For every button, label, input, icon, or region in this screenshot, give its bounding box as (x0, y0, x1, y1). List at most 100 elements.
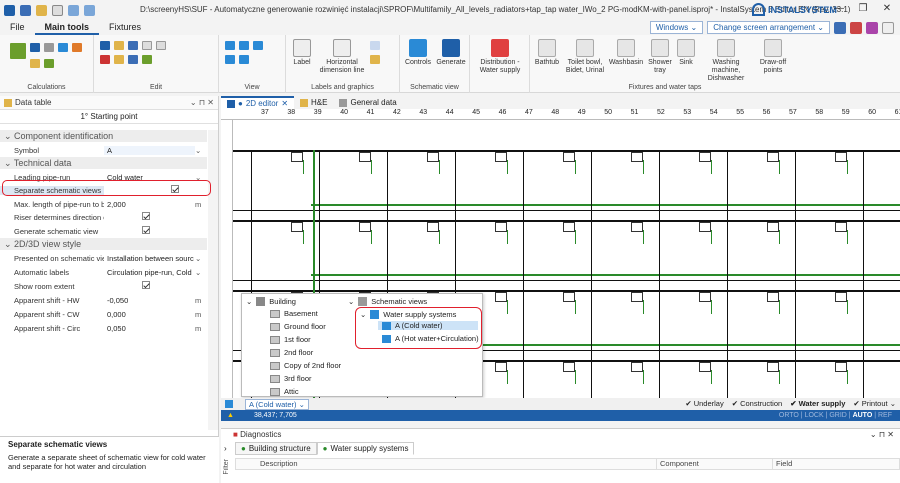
pan-icon[interactable] (239, 55, 249, 64)
panel-menu-icon[interactable]: ⌄ ⊓ ✕ (870, 429, 894, 441)
change-layout-dropdown[interactable]: Change screen arrangement ⌄ (707, 21, 830, 34)
construction-toggle[interactable]: ✔ Construction (732, 398, 782, 410)
section-technical[interactable]: ⌄ Technical data (0, 157, 207, 169)
underlay-toggle[interactable]: ✔ Underlay (685, 398, 723, 410)
table-icon[interactable] (44, 43, 54, 52)
windows-dropdown[interactable]: Windows ⌄ (649, 21, 704, 34)
layout-icon[interactable] (834, 21, 846, 34)
dropdown-icon[interactable]: ⌄ (195, 268, 207, 277)
tab-building-structure[interactable]: ● Building structure (235, 442, 317, 455)
fire-icon[interactable] (72, 43, 82, 52)
zoom-window-icon[interactable] (225, 55, 235, 64)
delete-icon[interactable] (100, 55, 110, 64)
bathtub-button[interactable]: Bathtub (532, 39, 562, 67)
circ-value[interactable]: 0,050 (104, 324, 195, 333)
presented-value[interactable]: Installation between sourc (104, 254, 195, 263)
check-icon[interactable] (44, 59, 54, 68)
roomext-checkbox-cell[interactable] (104, 281, 207, 291)
washbasin-button[interactable]: Washbasin (608, 39, 644, 67)
zoom-in-icon[interactable] (225, 41, 235, 50)
cw-value[interactable]: 0,000 (104, 310, 195, 319)
rotate-icon[interactable] (156, 41, 166, 50)
expand-icon[interactable]: › (224, 444, 227, 453)
copy-icon[interactable] (114, 41, 124, 50)
text-icon[interactable] (370, 41, 380, 50)
catalog-icon[interactable] (30, 59, 40, 68)
restore-icon[interactable]: ❐ (856, 3, 870, 14)
sink-button[interactable]: Sink (676, 39, 696, 67)
select-icon[interactable] (142, 41, 152, 50)
view-selector[interactable]: A (Cold water) ⌄ (245, 398, 309, 410)
riser-checkbox[interactable] (142, 212, 150, 220)
drawoff-button[interactable]: Draw-off points (756, 39, 790, 75)
open-icon[interactable] (36, 4, 47, 16)
washing-button[interactable]: Washing machine, Dishwasher (698, 39, 754, 83)
tree-floor-copy2nd[interactable]: Copy of 2nd floor (270, 361, 341, 370)
tree-floor-3rd[interactable]: 3rd floor (270, 374, 312, 383)
align-icon[interactable] (142, 55, 152, 64)
zoom-out-icon[interactable] (239, 41, 249, 50)
zoom-fit-icon[interactable] (253, 41, 263, 50)
dropdown-icon[interactable]: ⌄ (195, 254, 207, 263)
mode-ref[interactable]: REF (878, 412, 892, 419)
save-icon[interactable] (20, 4, 31, 16)
undo-icon[interactable] (68, 4, 79, 16)
tree-floor-attic[interactable]: Attic (270, 387, 299, 396)
new-icon[interactable] (52, 4, 63, 16)
drop-icon[interactable] (58, 43, 68, 52)
move-icon[interactable] (128, 41, 138, 50)
tree-floor-1st[interactable]: 1st floor (270, 335, 311, 344)
horizontal-dim-button[interactable]: Horizontal dimension line (318, 39, 366, 75)
mode-grid[interactable]: GRID (829, 412, 847, 419)
tab-he[interactable]: H&E (294, 96, 333, 109)
generate-button[interactable]: Generate (436, 39, 466, 67)
tab-2d-editor[interactable]: ● 2D editor ✕ (221, 96, 295, 109)
settings-icon[interactable] (866, 21, 878, 34)
menu-main-tools[interactable]: Main tools (34, 20, 100, 35)
image-icon[interactable] (370, 55, 380, 64)
water-supply-toggle[interactable]: ✔ Water supply (790, 398, 845, 410)
shower-button[interactable]: Shower tray (646, 39, 674, 75)
minimize-icon[interactable]: — (832, 3, 846, 14)
tree-floor-2nd[interactable]: 2nd floor (270, 348, 313, 357)
mode-lock[interactable]: LOCK (805, 412, 824, 419)
tree-floor-ground[interactable]: Ground floor (270, 322, 326, 331)
section-component-id[interactable]: ⌄ Component identification (0, 130, 207, 142)
symbol-value[interactable]: A (104, 145, 195, 155)
tree-schematic-views[interactable]: ⌄ Schematic views (348, 297, 427, 306)
close-icon[interactable]: ✕ (880, 3, 894, 14)
paste-icon[interactable] (100, 41, 110, 50)
scrollbar[interactable] (208, 130, 218, 430)
report-icon[interactable] (30, 43, 40, 52)
dropdown-icon[interactable]: ⌄ (195, 146, 207, 155)
autolabels-value[interactable]: Circulation pipe-run, Cold (104, 268, 195, 277)
mode-auto[interactable]: AUTO (853, 412, 873, 419)
roomext-checkbox[interactable] (142, 281, 150, 289)
cut-icon[interactable] (114, 55, 124, 64)
database-icon[interactable] (850, 21, 862, 34)
controls-button[interactable]: Controls (404, 39, 432, 67)
riser-checkbox-cell[interactable] (104, 212, 207, 222)
label-button[interactable]: Label (292, 39, 312, 67)
menu-fixtures[interactable]: Fixtures (99, 20, 151, 35)
filter-label[interactable]: Filter (223, 459, 230, 475)
warning-icon[interactable]: ▲ (227, 412, 234, 419)
tab-general-data[interactable]: General data (333, 96, 402, 109)
distribution-button[interactable]: Distribution - Water supply (474, 39, 526, 75)
printout-toggle[interactable]: ✔ Printout ⌄ (853, 398, 896, 410)
hw-value[interactable]: -0,050 (104, 296, 195, 305)
toilet-button[interactable]: Toilet bowl, Bidet, Urinal (564, 39, 606, 75)
tab-water-supply-systems[interactable]: ● Water supply systems (316, 442, 415, 455)
redo-icon[interactable] (84, 4, 95, 16)
section-style[interactable]: ⌄ 2D/3D view style (0, 238, 207, 250)
tree-floor-basement[interactable]: Basement (270, 309, 318, 318)
tree-building[interactable]: ⌄ Building (246, 297, 296, 306)
collapse-ribbon-icon[interactable] (882, 21, 894, 34)
starting-point-selector[interactable]: 1° Starting point (0, 110, 218, 124)
panel-menu-icon[interactable]: ⌄ ⊓ ✕ (190, 98, 214, 107)
mode-orto[interactable]: ORTO (779, 412, 799, 419)
mirror-icon[interactable] (128, 55, 138, 64)
generate-checkbox-cell[interactable] (104, 226, 207, 236)
menu-file[interactable]: File (0, 20, 35, 35)
close-tab-icon[interactable]: ✕ (281, 99, 288, 108)
